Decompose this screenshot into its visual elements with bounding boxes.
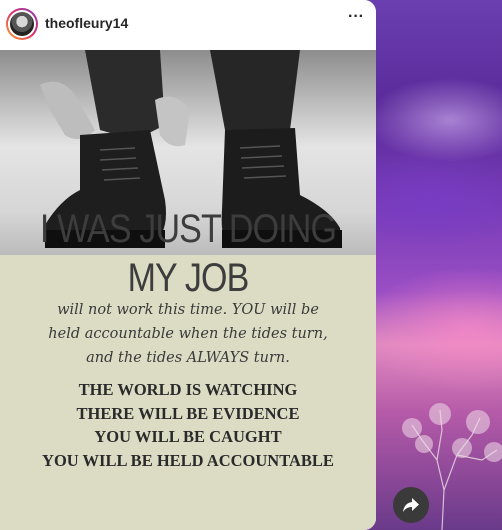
meme-headline-line-2: MY JOB — [127, 256, 250, 300]
username-link[interactable]: theofleury14 — [45, 15, 128, 31]
avatar[interactable] — [6, 8, 38, 40]
meme-headline-line-1: I WAS JUST DOING — [39, 207, 337, 251]
meme-caps-line: THE WORLD IS WATCHING — [78, 380, 298, 399]
more-options-icon[interactable]: ··· — [345, 9, 367, 32]
share-arrow-icon — [403, 498, 419, 512]
meme-body-line: will not work this time. YOU will be — [57, 302, 319, 318]
meme-body-line: held accountable when the tides turn, — [48, 326, 328, 342]
meme-caps-line: YOU WILL BE CAUGHT — [94, 427, 282, 446]
meme-caps-line: YOU WILL BE HELD ACCOUNTABLE — [42, 451, 334, 470]
instagram-post-card: theofleury14 ··· I WAS JUST DOING MY JOB… — [0, 0, 376, 530]
post-header: theofleury14 ··· — [0, 0, 376, 50]
avatar-ring — [8, 10, 36, 38]
meme-body-line: and the tides ALWAYS turn. — [86, 350, 290, 366]
meme-caps-line: THERE WILL BE EVIDENCE — [76, 404, 300, 423]
avatar-photo — [10, 12, 34, 36]
share-button[interactable] — [393, 487, 429, 523]
